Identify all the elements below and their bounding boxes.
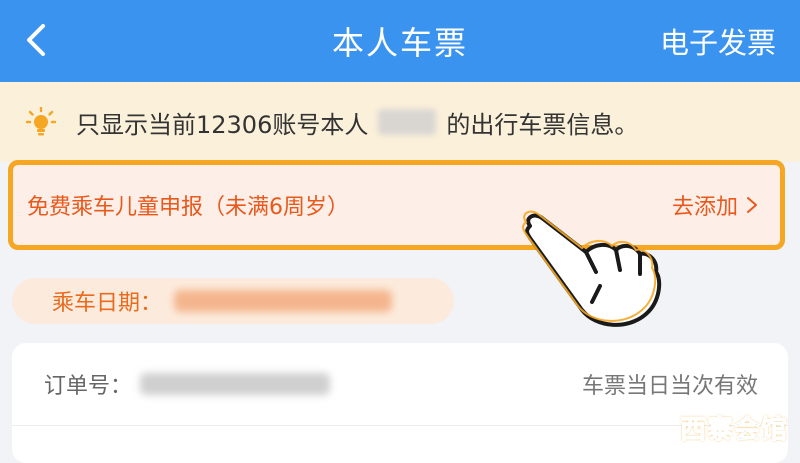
- ride-date-label: 乘车日期：: [52, 291, 163, 316]
- order-number-label: 订单号：: [44, 374, 133, 399]
- chevron-right-icon: [747, 197, 757, 213]
- watermark-part2: 会馆: [733, 415, 788, 446]
- watermark: 西寨会馆: [679, 409, 788, 446]
- order-card[interactable]: 订单号： 车票当日当次有效: [12, 343, 788, 463]
- child-declaration-label: 免费乘车儿童申报（未满6周岁）: [27, 195, 349, 220]
- notice-text-before: 只显示当前12306账号本人: [76, 110, 369, 139]
- divider: [12, 425, 788, 426]
- add-child-label: 去添加: [671, 195, 738, 220]
- order-row: 订单号： 车票当日当次有效: [12, 343, 788, 425]
- order-number-group: 订单号：: [12, 368, 331, 400]
- add-child-button[interactable]: 去添加: [672, 189, 758, 221]
- ride-date-pill: 乘车日期：: [12, 278, 454, 324]
- notice-text: 只显示当前12306账号本人 的出行车票信息。: [76, 105, 638, 140]
- notice-text-after: 的出行车票信息。: [446, 110, 639, 139]
- redacted-order-number: [140, 373, 331, 395]
- ticket-validity-status: 车票当日当次有效: [581, 374, 758, 399]
- app-header: 本人车票 电子发票: [0, 0, 800, 82]
- pointing-hand-icon: [522, 210, 662, 327]
- redacted-ride-date: [174, 290, 393, 312]
- e-invoice-button[interactable]: 电子发票: [660, 0, 776, 82]
- notice-bar: 只显示当前12306账号本人 的出行车票信息。: [0, 82, 800, 162]
- watermark-part1: 西寨: [679, 415, 734, 446]
- child-declaration-banner[interactable]: 免费乘车儿童申报（未满6周岁） 去添加: [8, 160, 785, 250]
- redacted-username: [378, 109, 437, 135]
- lightbulb-icon: [26, 107, 56, 136]
